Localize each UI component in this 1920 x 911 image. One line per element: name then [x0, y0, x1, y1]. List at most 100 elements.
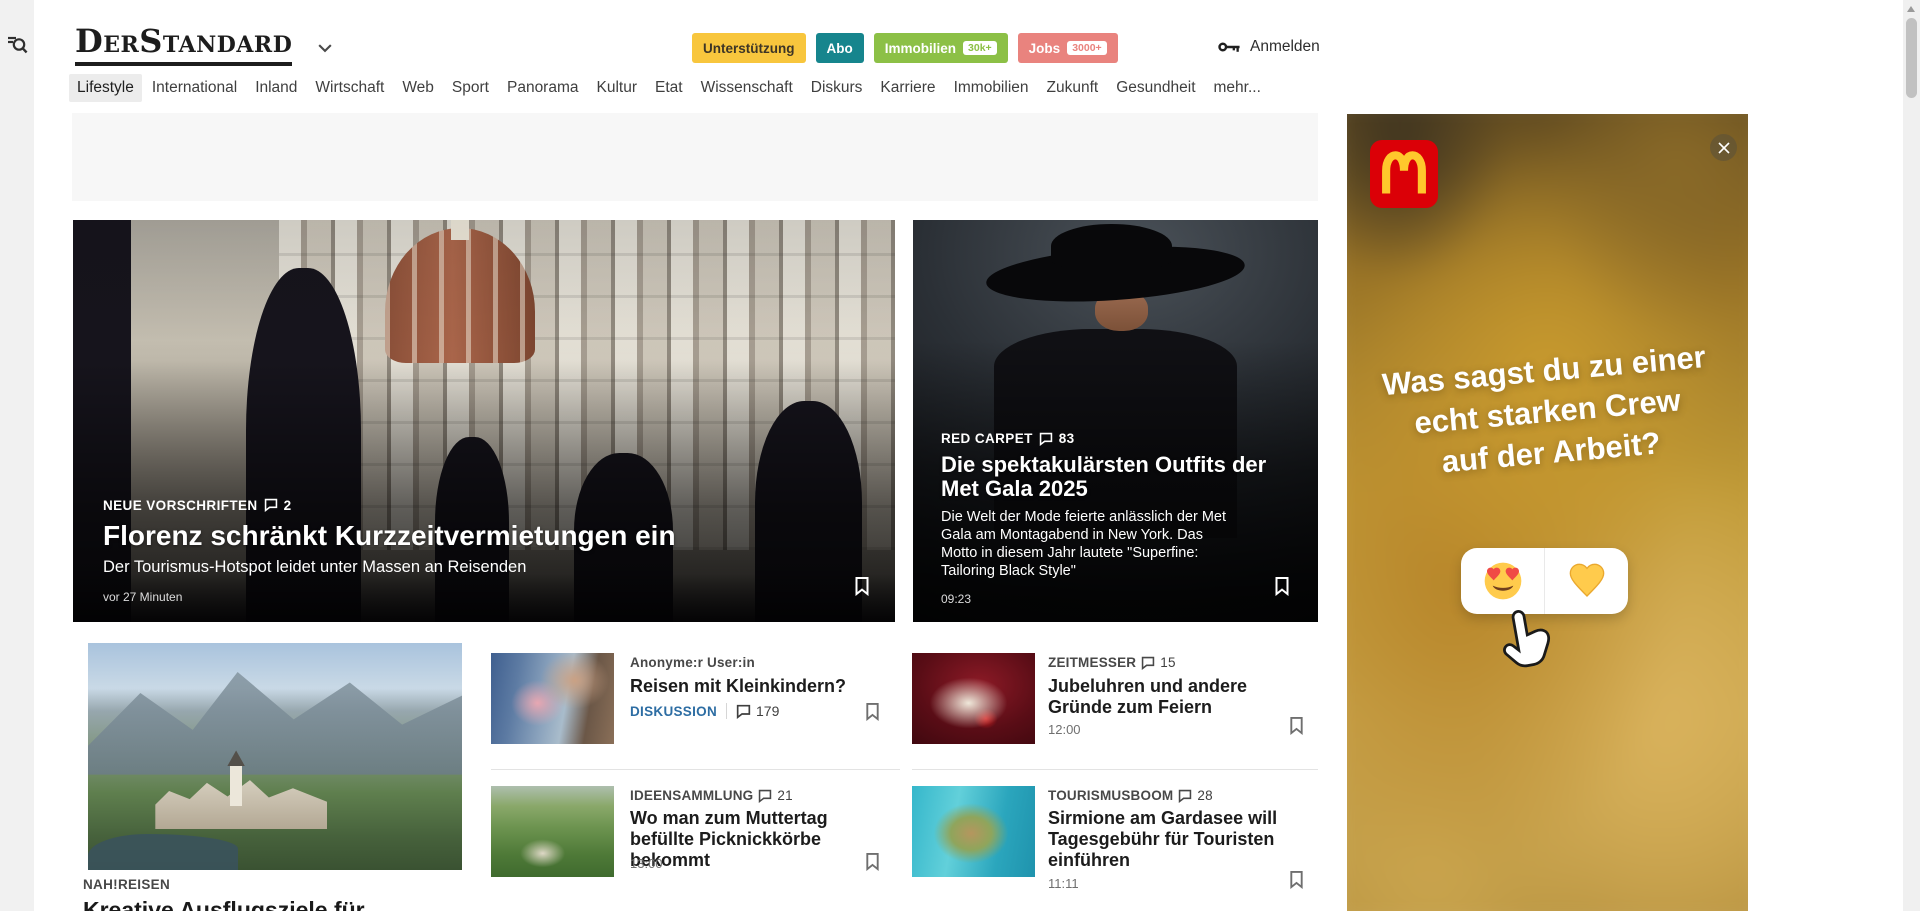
hero-article-florenz[interactable]: NEUE VORSCHRIFTEN 2 Florenz schränkt Kur…	[73, 220, 895, 622]
mcdonalds-logo	[1370, 140, 1438, 208]
comment-count: 179	[756, 703, 779, 719]
bookmark-icon	[1288, 716, 1305, 735]
support-label: Unterstützung	[703, 41, 795, 56]
bookmark-button[interactable]	[1273, 576, 1291, 596]
bookmark-icon	[864, 702, 881, 721]
comment-count: 21	[777, 788, 792, 803]
discussion-tag[interactable]: DISKUSSION	[630, 704, 717, 719]
article-title[interactable]: Wo man zum Muttertag befüllte Picknickkö…	[630, 808, 882, 871]
comments-icon	[1039, 432, 1053, 446]
bookmark-button[interactable]	[864, 852, 881, 871]
divider	[491, 769, 900, 770]
article-thumbnail[interactable]	[491, 786, 614, 877]
login-label: Anmelden	[1250, 38, 1320, 56]
left-rail	[0, 0, 34, 911]
hero-teaser: Die Welt der Mode feierte anlässlich der…	[941, 508, 1243, 581]
hero-overlay: RED CARPET 83 Die spektakulärsten Outfit…	[941, 431, 1298, 606]
article-thumbnail[interactable]	[912, 653, 1035, 744]
jobs-badge: 3000+	[1067, 41, 1107, 56]
promo-buttons: Unterstützung Abo Immobilien 30k+ Jobs 3…	[692, 33, 1118, 63]
nav-item-lifestyle[interactable]: Lifestyle	[69, 74, 142, 102]
comment-count: 83	[1059, 431, 1075, 446]
abo-label: Abo	[827, 41, 853, 56]
bookmark-button[interactable]	[864, 702, 881, 721]
hero-title[interactable]: Die spektakulärsten Outfits der Met Gala…	[941, 453, 1298, 501]
abo-button[interactable]: Abo	[816, 33, 864, 63]
nav-item-immobilien[interactable]: Immobilien	[946, 74, 1037, 102]
article-kicker: TOURISMUSBOOM 28	[1048, 788, 1213, 803]
bookmark-button[interactable]	[1288, 870, 1305, 889]
nav-item-zukunft[interactable]: Zukunft	[1039, 74, 1107, 102]
yellow-heart-emoji	[1567, 561, 1607, 601]
scrollbar-up-arrow[interactable]	[1907, 6, 1915, 12]
comment-count: 28	[1197, 788, 1212, 803]
key-icon	[1218, 40, 1241, 54]
scrollbar-thumb[interactable]	[1906, 18, 1917, 98]
bookmark-button[interactable]	[1288, 716, 1305, 735]
nav-item-diskurs[interactable]: Diskurs	[803, 74, 871, 102]
comment-count: 2	[284, 498, 292, 513]
nav-item-wissenschaft[interactable]: Wissenschaft	[693, 74, 801, 102]
bookmark-button[interactable]	[853, 576, 871, 596]
article-meta: DISKUSSION 179	[630, 703, 779, 719]
hero-title[interactable]: Florenz schränkt Kurzzeitvermietungen ei…	[103, 521, 839, 552]
bookmark-icon	[864, 852, 881, 871]
article-kicker: IDEENSAMMLUNG 21	[630, 788, 793, 803]
search-button[interactable]	[5, 34, 29, 58]
chevron-down-icon[interactable]	[318, 40, 332, 50]
comments-icon	[1178, 789, 1192, 803]
nav-item-gesundheit[interactable]: Gesundheit	[1108, 74, 1203, 102]
hero-article-met-gala[interactable]: RED CARPET 83 Die spektakulärsten Outfit…	[913, 220, 1318, 622]
derstandard-homepage: DerStandard Unterstützung Abo Immobilien…	[0, 0, 1920, 911]
reaction-yellow-heart-button[interactable]	[1544, 548, 1628, 614]
nav-item-panorama[interactable]: Panorama	[499, 74, 587, 102]
nav-item-inland[interactable]: Inland	[247, 74, 305, 102]
article-kicker: ZEITMESSER 15	[1048, 655, 1176, 670]
hero-kicker: NEUE VORSCHRIFTEN	[103, 498, 258, 513]
feature-title[interactable]: Kreative Ausflugsziele für	[83, 897, 365, 911]
nav-item-kultur[interactable]: Kultur	[589, 74, 646, 102]
heart-eyes-emoji	[1483, 561, 1523, 601]
nav-item-etat[interactable]: Etat	[647, 74, 691, 102]
comments-icon	[1141, 656, 1155, 670]
hand-cursor-icon	[1494, 601, 1563, 676]
golden-arches-icon	[1378, 148, 1430, 200]
article-title[interactable]: Sirmione am Gardasee will Tagesgebühr fü…	[1048, 808, 1284, 871]
article-kicker: Anonyme:r User:in	[630, 655, 755, 670]
scrollbar[interactable]	[1903, 0, 1920, 911]
article-thumbnail[interactable]	[491, 653, 614, 744]
hero-kicker: RED CARPET	[941, 431, 1033, 446]
comments-icon	[758, 789, 772, 803]
immobilien-label: Immobilien	[885, 41, 956, 56]
ad-placeholder	[72, 113, 1318, 201]
search-icon	[6, 34, 28, 56]
hero-subtitle: Der Tourismus-Hotspot leidet unter Masse…	[103, 557, 839, 578]
nav-item-mehr[interactable]: mehr...	[1206, 74, 1269, 102]
article-thumbnail[interactable]	[912, 786, 1035, 877]
article-time: 11:11	[1048, 876, 1079, 891]
main-nav: Lifestyle International Inland Wirtschaf…	[69, 74, 1269, 102]
article-time: 12:00	[1048, 722, 1081, 737]
jobs-button[interactable]: Jobs 3000+	[1018, 33, 1118, 63]
nav-item-international[interactable]: International	[144, 74, 245, 102]
comments-icon	[736, 704, 751, 719]
article-title[interactable]: Jubeluhren und andere Gründe zum Feiern	[1048, 676, 1300, 718]
bookmark-icon	[1288, 870, 1305, 889]
mcdonalds-ad[interactable]: Was sagst du zu einer echt starken Crew …	[1347, 114, 1748, 911]
nav-item-sport[interactable]: Sport	[444, 74, 497, 102]
logo[interactable]: DerStandard	[75, 22, 292, 66]
comments-icon	[264, 498, 278, 512]
nav-item-wirtschaft[interactable]: Wirtschaft	[307, 74, 392, 102]
feature-image-alpine-village[interactable]	[88, 643, 462, 870]
support-button[interactable]: Unterstützung	[692, 33, 806, 63]
immobilien-button[interactable]: Immobilien 30k+	[874, 33, 1008, 63]
hero-timestamp: 09:23	[941, 592, 1298, 606]
login-button[interactable]: Anmelden	[1218, 38, 1320, 56]
ad-close-button[interactable]	[1710, 134, 1737, 161]
comment-count: 15	[1160, 655, 1175, 670]
nav-item-karriere[interactable]: Karriere	[872, 74, 943, 102]
article-title[interactable]: Reisen mit Kleinkindern?	[630, 676, 882, 697]
feature-kicker: NAH!REISEN	[83, 877, 170, 892]
nav-item-web[interactable]: Web	[394, 74, 442, 102]
article-time: 13:00	[630, 856, 663, 871]
